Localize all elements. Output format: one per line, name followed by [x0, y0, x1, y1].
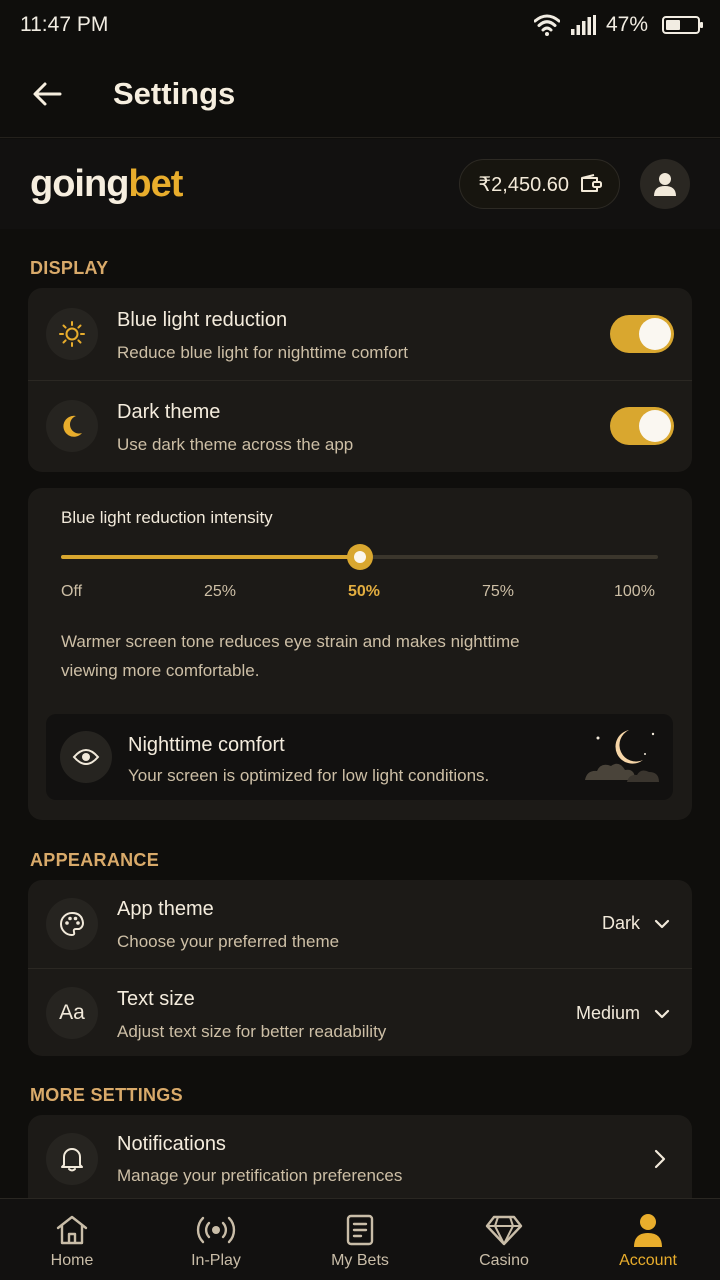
- setting-row-blue-light[interactable]: Blue light reduction Reduce blue light f…: [28, 288, 692, 380]
- back-button[interactable]: [17, 64, 77, 124]
- wifi-icon: [533, 14, 560, 36]
- balance-amount: ₹2,450.60: [478, 173, 569, 196]
- tick-label: 100%: [614, 583, 655, 600]
- moon-cloud-icon: [585, 730, 659, 782]
- row-title: Dark theme: [117, 401, 221, 423]
- brand-header: goingbet ₹2,450.60: [0, 139, 720, 229]
- battery-percent: 47%: [605, 13, 648, 36]
- palette-icon: [46, 898, 98, 950]
- home-icon: [56, 1215, 88, 1245]
- logo-text-going: going: [30, 162, 129, 205]
- nav-item-my-bets[interactable]: My Bets: [288, 1199, 432, 1280]
- row-subtitle: Adjust text size for better readability: [117, 1022, 387, 1041]
- nighttime-comfort-banner: Nighttime comfort Your screen is optimiz…: [46, 714, 673, 800]
- chevron-right-icon: [654, 1149, 666, 1169]
- user-icon: [634, 1214, 662, 1247]
- tick-label: 75%: [482, 583, 515, 600]
- row-title: Blue light reduction: [117, 309, 288, 331]
- moon-icon: [46, 400, 98, 452]
- arrow-left-icon: [33, 82, 62, 105]
- user-icon: [654, 173, 676, 196]
- setting-row-app-theme[interactable]: App theme Choose your preferred theme Da…: [28, 880, 692, 968]
- page-title: Settings: [113, 75, 236, 111]
- dark-theme-toggle[interactable]: [610, 407, 674, 445]
- eye-icon: [60, 731, 112, 783]
- intensity-card: Blue light reduction intensity Off 25% 5…: [28, 488, 692, 820]
- sun-icon: [46, 308, 98, 360]
- bell-icon: [46, 1133, 98, 1185]
- row-title: Notifications: [117, 1133, 226, 1155]
- setting-row-text-size[interactable]: Aa Text size Adjust text size for better…: [28, 968, 692, 1056]
- status-bar: 11:47 PM 47%: [0, 0, 720, 50]
- logo-text-bet: bet: [128, 162, 183, 205]
- profile-avatar-button[interactable]: [640, 159, 690, 209]
- comfort-title: Nighttime comfort: [128, 734, 285, 756]
- nav-label: Home: [50, 1252, 94, 1269]
- nav-label: My Bets: [331, 1252, 389, 1269]
- broadcast-icon: [196, 1216, 236, 1244]
- battery-level: [666, 20, 680, 30]
- appearance-settings-card: App theme Choose your preferred theme Da…: [28, 880, 692, 1056]
- more-settings-card: Notifications Manage your pretification …: [28, 1115, 692, 1205]
- row-subtitle: Choose your preferred theme: [117, 932, 340, 951]
- display-settings-card: Blue light reduction Reduce blue light f…: [28, 288, 692, 472]
- tick-label: 25%: [204, 583, 237, 600]
- nav-item-account[interactable]: Account: [576, 1199, 720, 1280]
- blue-light-toggle[interactable]: [610, 315, 674, 353]
- slider-thumb-center: [353, 551, 366, 563]
- tick-label: Off: [61, 583, 83, 600]
- intensity-slider[interactable]: [61, 544, 658, 570]
- row-title: App theme: [117, 898, 214, 920]
- row-subtitle: Manage your pretification preferences: [117, 1166, 403, 1185]
- section-title-display: DISPLAY: [30, 258, 109, 278]
- nav-item-in-play[interactable]: In-Play: [144, 1199, 288, 1280]
- slider-fill: [61, 555, 360, 559]
- comfort-subtitle: Your screen is optimized for low light c…: [128, 766, 490, 785]
- row-title: Text size: [117, 988, 195, 1010]
- tick-label-active: 50%: [348, 583, 381, 600]
- intensity-description: Warmer screen tone reduces eye strain an…: [61, 632, 520, 680]
- section-title-more-settings: MORE SETTINGS: [30, 1085, 183, 1105]
- battery-icon: [662, 16, 703, 34]
- nav-label: Casino: [479, 1252, 529, 1269]
- row-subtitle: Use dark theme across the app: [117, 435, 354, 454]
- wallet-balance-button[interactable]: ₹2,450.60: [459, 159, 620, 209]
- goingbet-logo[interactable]: goingbet: [30, 162, 183, 206]
- text-size-icon: Aa: [46, 987, 98, 1039]
- bottom-navigation: Home In-Play My Bets Casino Account: [0, 1198, 720, 1280]
- wallet-icon: [581, 174, 602, 192]
- status-time: 11:47 PM: [20, 13, 109, 36]
- signal-icon: [570, 15, 596, 35]
- intensity-label: Blue light reduction intensity: [61, 508, 273, 527]
- setting-row-dark-theme[interactable]: Dark theme Use dark theme across the app: [28, 380, 692, 472]
- receipt-icon: [346, 1214, 374, 1246]
- app-theme-select[interactable]: Dark: [602, 913, 670, 934]
- select-value: Medium: [575, 1003, 640, 1023]
- chevron-down-icon: [654, 919, 670, 928]
- section-title-appearance: APPEARANCE: [30, 850, 160, 870]
- text-size-select[interactable]: Medium: [576, 1003, 670, 1024]
- toggle-knob: [639, 318, 671, 350]
- status-icons: 47%: [533, 13, 703, 37]
- nav-label: In-Play: [191, 1252, 241, 1269]
- nav-label: Account: [619, 1252, 677, 1269]
- toggle-knob: [639, 410, 671, 442]
- app-bar: Settings: [0, 50, 720, 138]
- select-value: Dark: [601, 913, 640, 933]
- slider-thumb[interactable]: [346, 544, 373, 570]
- nav-item-home[interactable]: Home: [0, 1199, 144, 1280]
- setting-row-notifications[interactable]: Notifications Manage your pretification …: [28, 1115, 692, 1205]
- row-subtitle: Reduce blue light for nighttime comfort: [117, 343, 409, 362]
- nav-item-casino[interactable]: Casino: [432, 1199, 576, 1280]
- chevron-down-icon: [654, 1009, 670, 1018]
- diamond-icon: [485, 1215, 523, 1246]
